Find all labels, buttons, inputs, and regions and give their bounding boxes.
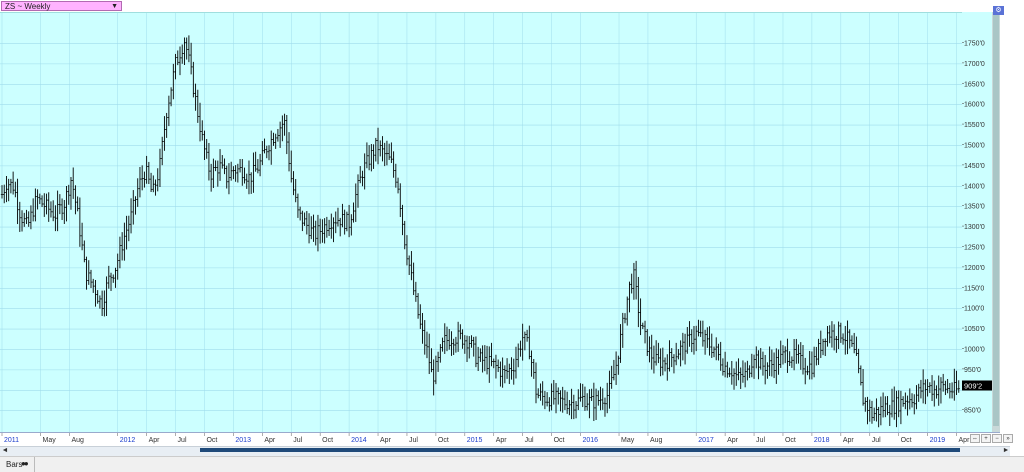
price-axis[interactable]: 850'0 950'0 1000'0 1050'0 1100'0 1150'0 1200'0… [962, 12, 992, 432]
scroll-left-icon[interactable]: ◄ [1, 447, 9, 454]
right-margin [1000, 0, 1024, 471]
month-label: Oct [785, 437, 796, 444]
year-label: 2019 [930, 437, 946, 444]
zoom-out-icon[interactable]: − [992, 434, 1002, 443]
year-label: 2014 [351, 437, 367, 444]
month-label: Aug [71, 437, 84, 444]
year-label: 2016 [583, 437, 599, 444]
price-tick-label: 1300'0 [964, 224, 985, 231]
month-label: Oct [322, 437, 333, 444]
price-tick-label: 1500'0 [964, 142, 985, 149]
year-label: 2018 [814, 437, 830, 444]
symbol-label: ZS ~ Weekly [5, 2, 51, 11]
month-label: Oct [438, 437, 449, 444]
zoom-fit-icon[interactable]: ⇔ [970, 434, 980, 443]
price-tick-label: 1650'0 [964, 81, 985, 88]
zoom-in-icon[interactable]: + [981, 434, 991, 443]
year-label: 2017 [698, 437, 714, 444]
month-label: Jul [293, 437, 302, 444]
month-label: Aug [650, 437, 663, 444]
chart-window: 850'0 950'0 1000'0 1050'0 1100'0 1150'0 1200'0… [0, 0, 1024, 472]
month-label: Apr [496, 437, 508, 444]
price-tick-label: 1150'0 [964, 285, 984, 292]
last-price-label: 909'2 [964, 382, 982, 391]
chart-mode-dots-icon[interactable]: ●● [21, 459, 29, 468]
dropdown-arrow-icon: ▼ [111, 3, 118, 10]
price-tick-label: 1100'0 [964, 306, 984, 313]
month-label: Oct [554, 437, 565, 444]
price-tick-label: 850'0 [964, 408, 981, 415]
price-tick-label: 1700'0 [964, 61, 985, 68]
status-divider [34, 457, 35, 472]
chart-mode-label[interactable]: Bars [6, 460, 22, 469]
month-label: Jul [872, 437, 881, 444]
year-label: 2015 [467, 437, 483, 444]
price-tick-label: 1750'0 [964, 40, 985, 47]
price-tick-label: 950'0 [964, 367, 981, 374]
price-tick-label: 1350'0 [964, 204, 985, 211]
year-label: 2011 [4, 437, 19, 444]
symbol-selector[interactable]: ZS ~ Weekly ▼ [1, 1, 122, 11]
status-bar: Bars ●● [0, 456, 1024, 472]
settings-badge-icon[interactable]: ⚙ [993, 6, 1004, 15]
month-label: Apr [380, 437, 392, 444]
price-tick-label: 1050'0 [964, 326, 985, 333]
month-label: Oct [206, 437, 217, 444]
month-label: Apr [959, 437, 971, 444]
price-tick-label: 1600'0 [964, 102, 985, 109]
scroll-right-icon[interactable]: ► [1002, 447, 1010, 454]
month-label: Jul [525, 437, 534, 444]
price-tick-label: 1450'0 [964, 163, 985, 170]
month-label: May [621, 437, 635, 444]
price-tick-label: 1400'0 [964, 183, 985, 190]
month-label: May [43, 437, 57, 444]
month-label: Jul [409, 437, 418, 444]
time-axis-labels: 2011 May Aug 2012 Apr Jul Oct 2013 Apr Jul Oct 2014… [1, 433, 971, 444]
vertical-scrollbar-thumb[interactable] [993, 14, 999, 426]
year-label: 2012 [120, 437, 136, 444]
year-label: 2013 [235, 437, 251, 444]
scroll-end-icon[interactable]: » [1003, 434, 1013, 443]
price-tick-label: 1250'0 [964, 244, 985, 251]
price-tick-label: 1000'0 [964, 346, 985, 353]
month-label: Apr [843, 437, 855, 444]
month-label: Jul [756, 437, 765, 444]
month-label: Apr [149, 437, 161, 444]
month-label: Apr [727, 437, 739, 444]
price-tick-label: 1200'0 [964, 265, 985, 272]
price-tick-label: 1550'0 [964, 122, 985, 129]
time-axis[interactable]: 2011 May Aug 2012 Apr Jul Oct 2013 Apr Jul Oct 2014… [0, 432, 1000, 445]
price-chart [0, 13, 962, 433]
price-axis-labels: 850'0 950'0 1000'0 1050'0 1100'0 1150'0 1200'0… [962, 40, 992, 415]
plot-area[interactable] [0, 12, 962, 433]
horizontal-scrollbar-thumb[interactable] [200, 448, 960, 452]
month-label: Oct [901, 437, 912, 444]
month-label: Apr [264, 437, 276, 444]
month-label: Jul [178, 437, 187, 444]
